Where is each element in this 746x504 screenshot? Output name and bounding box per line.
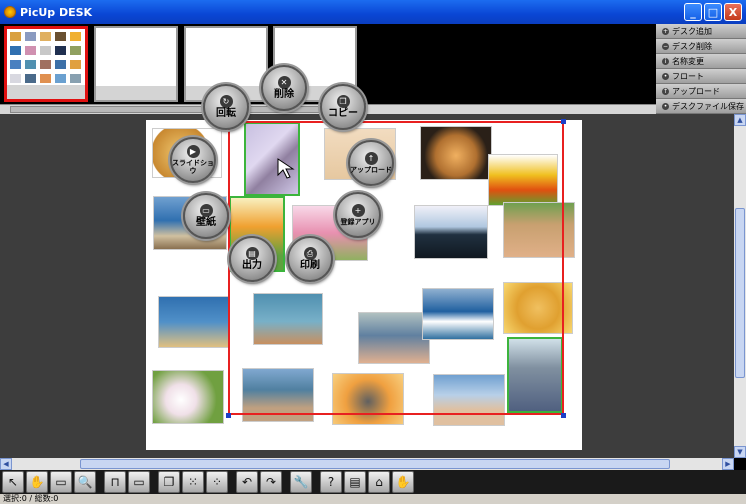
output-button[interactable]: ▤ 出力 [229,236,275,282]
photo-kitten-yellow[interactable] [503,282,573,334]
save-desk-file-label: デスクファイル保存 [672,101,744,111]
add-desk-label: デスク追加 [672,26,712,36]
document-icon[interactable]: ▤ [344,471,366,493]
desk-thumb-2[interactable] [94,26,178,102]
rotate-label: 回転 [216,108,236,119]
window-title: PicUp DESK [20,5,93,19]
redo-icon[interactable]: ↷ [260,471,282,493]
app-icon-radial: + [351,204,365,217]
help-icon[interactable]: ? [320,471,342,493]
copy-button[interactable]: ❐ コピー [320,84,366,130]
resize-handle-bottom-right[interactable] [561,413,566,418]
info-icon: i [662,57,669,65]
save-desk-file-button[interactable]: • デスクファイル保存 [656,99,746,114]
slideshow-label: スライドショウ [172,159,214,175]
upload-photo-button[interactable]: ↑ アップロード [348,140,394,186]
scroll-up-icon[interactable]: ▲ [734,114,746,126]
scroll-right-icon[interactable]: ▶ [722,458,734,470]
app-icon [4,6,16,18]
delete-icon: ✕ [277,76,291,89]
house-icon[interactable]: ⌂ [368,471,390,493]
status-bar: 選択:0 / 総数:0 [0,494,746,504]
delete-desk-label: デスク削除 [672,41,712,51]
wrench-icon[interactable]: 🔧 [290,471,312,493]
float-label: フロート [672,71,704,81]
output-icon: ▤ [245,247,259,260]
rename-label: 名称変更 [672,56,704,66]
photo-tulips-red[interactable] [488,154,558,206]
delete-desk-button[interactable]: − デスク削除 [656,39,746,54]
maximize-button[interactable]: □ [704,3,722,21]
desk-thumb-1[interactable] [4,26,88,102]
upload-button[interactable]: ↑ アップロード [656,84,746,99]
bottom-toolbar: ↖ ✋ ▭ 🔍 ⊓ ▭ ❐ ⁙ ⁘ ↶ ↷ 🔧 ? ▤ ⌂ ✋ [0,470,746,494]
title-bar: PicUp DESK _ □ X [0,0,746,24]
resize-handle-top-right[interactable] [561,119,566,124]
monitor-icon: ▭ [199,204,213,217]
copy-label: コピー [328,108,358,119]
mouse-cursor-icon [277,158,295,179]
photo-family-beach[interactable] [242,368,314,422]
photo-dog-beach[interactable] [253,293,323,345]
register-app-button[interactable]: + 登録アプリ [335,192,381,238]
photo-child-window[interactable] [507,337,563,413]
close-button[interactable]: X [724,3,742,21]
add-desk-button[interactable]: + デスク追加 [656,24,746,39]
upload-photo-label: アップロード [350,166,392,174]
slideshow-icon: ▶ [186,145,200,158]
photo-orchids[interactable] [152,370,224,424]
copy-icon: ❐ [336,95,350,108]
frame-icon[interactable]: ▭ [50,471,72,493]
stack-icon[interactable]: ❐ [158,471,180,493]
register-app-label: 登録アプリ [340,218,376,226]
upload-arrow-icon: ↑ [364,152,378,165]
upload-icon: ↑ [662,87,669,95]
add-icon: + [662,27,669,35]
print-button[interactable]: ⎙ 印刷 [287,236,333,282]
rotate-icon: ↻ [219,95,233,108]
output-label: 出力 [242,260,262,271]
upload-label: アップロード [672,86,720,96]
float-icon: • [662,72,669,80]
hand-icon[interactable]: ✋ [26,471,48,493]
palm-icon[interactable]: ✋ [392,471,414,493]
minus-icon: − [662,42,669,50]
print-label: 印刷 [300,260,320,271]
scroll-down-icon[interactable]: ▼ [734,446,746,458]
desk-view-icon[interactable]: ⊓ [104,471,126,493]
arrange-icon[interactable]: ⁙ [182,471,204,493]
rename-button[interactable]: i 名称変更 [656,54,746,69]
photo-cat-sleeping[interactable] [332,373,404,425]
wallpaper-label: 壁紙 [196,217,216,228]
rotate-button[interactable]: ↻ 回転 [203,84,249,130]
desk-side-panel: + デスク追加 − デスク削除 i 名称変更 • フロート ↑ アップロード • デスクファ… [656,24,746,114]
delete-button[interactable]: ✕ 削除 [261,65,307,111]
photo-wave[interactable] [422,288,494,340]
photo-boy-hat[interactable] [503,202,575,258]
photo-surfer[interactable] [158,296,230,348]
status-text: 選択:0 / 総数:0 [3,494,59,503]
photo-pier[interactable] [414,205,488,259]
scatter-icon[interactable]: ⁘ [206,471,228,493]
zoom-icon[interactable]: 🔍 [74,471,96,493]
photo-kids-hats[interactable] [358,312,430,364]
resize-handle-bottom-left[interactable] [226,413,231,418]
scroll-left-icon[interactable]: ◀ [0,458,12,470]
delete-label: 削除 [274,89,294,100]
save-icon: • [662,102,669,110]
horizontal-scroll-thumb[interactable] [80,459,670,469]
horizontal-scrollbar[interactable]: ◀ ▶ [0,458,734,470]
undo-icon[interactable]: ↶ [236,471,258,493]
monitor-view-icon[interactable]: ▭ [128,471,150,493]
minimize-button[interactable]: _ [684,3,702,21]
photo-cats-basket[interactable] [420,126,492,180]
wallpaper-button[interactable]: ▭ 壁紙 [183,193,229,239]
select-arrow-icon[interactable]: ↖ [2,471,24,493]
vertical-scrollbar[interactable]: ▲ ▼ [734,114,746,458]
slideshow-button[interactable]: ▶ スライドショウ [170,137,216,183]
vertical-scroll-thumb[interactable] [735,208,745,378]
float-button[interactable]: • フロート [656,69,746,84]
photo-girl-beach[interactable] [433,374,505,426]
printer-icon: ⎙ [303,247,317,260]
